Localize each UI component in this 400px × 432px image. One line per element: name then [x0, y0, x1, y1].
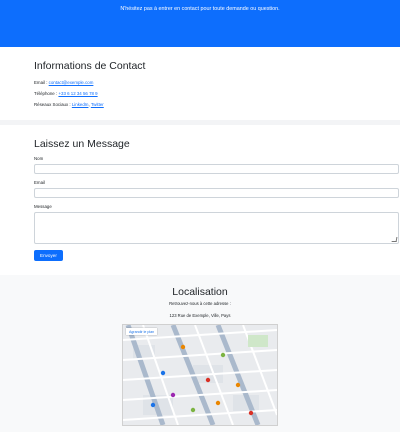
email-label: Email : — [34, 80, 48, 85]
contact-title: Informations de Contact — [34, 60, 146, 72]
email-link[interactable]: contact@exemple.com — [49, 80, 94, 85]
message-textarea[interactable] — [34, 212, 399, 244]
contact-email-line: Email : contact@exemple.com — [34, 77, 366, 88]
social-label: Réseaux Sociaux : — [34, 102, 71, 107]
name-label: Nom — [34, 156, 44, 161]
message-label: Message — [34, 204, 52, 209]
hero-banner: N'hésitez pas à entrer en contact pour t… — [0, 0, 400, 47]
form-title: Laissez un Message — [34, 138, 130, 150]
embedded-map[interactable]: Agrandir le plan — [122, 324, 278, 426]
location-title: Localisation — [172, 286, 228, 298]
hero-tagline: N'hésitez pas à entrer en contact pour t… — [120, 6, 280, 12]
resize-handle-icon[interactable] — [391, 237, 398, 242]
contact-info-section: Informations de Contact Email : contact@… — [0, 47, 400, 120]
location-intro: Retrouvez-nous à cette adresse : — [169, 301, 231, 306]
submit-button[interactable]: Envoyer — [34, 250, 63, 261]
phone-label: Téléphone : — [34, 91, 58, 96]
map-tiles — [123, 325, 277, 425]
location-section: Localisation Retrouvez-nous à cette adre… — [0, 275, 400, 432]
name-field[interactable] — [34, 164, 399, 174]
contact-social-line: Réseaux Sociaux : LinkedIn, Twitter — [34, 102, 104, 107]
message-form-section: Laissez un Message Nom Email Message Env… — [0, 125, 400, 275]
twitter-link[interactable]: Twitter — [91, 102, 104, 107]
email-field-label: Email — [34, 180, 45, 185]
email-field[interactable] — [34, 188, 399, 198]
phone-link[interactable]: +33 6 12 34 56 78 9 — [58, 91, 97, 96]
contact-phone-line: Téléphone : +33 6 12 34 56 78 9 — [34, 88, 366, 99]
linkedin-link[interactable]: LinkedIn — [72, 102, 89, 107]
location-address: 123 Rue de Exemple, Ville, Pays — [169, 313, 231, 318]
enlarge-map-link[interactable]: Agrandir le plan — [126, 328, 158, 335]
